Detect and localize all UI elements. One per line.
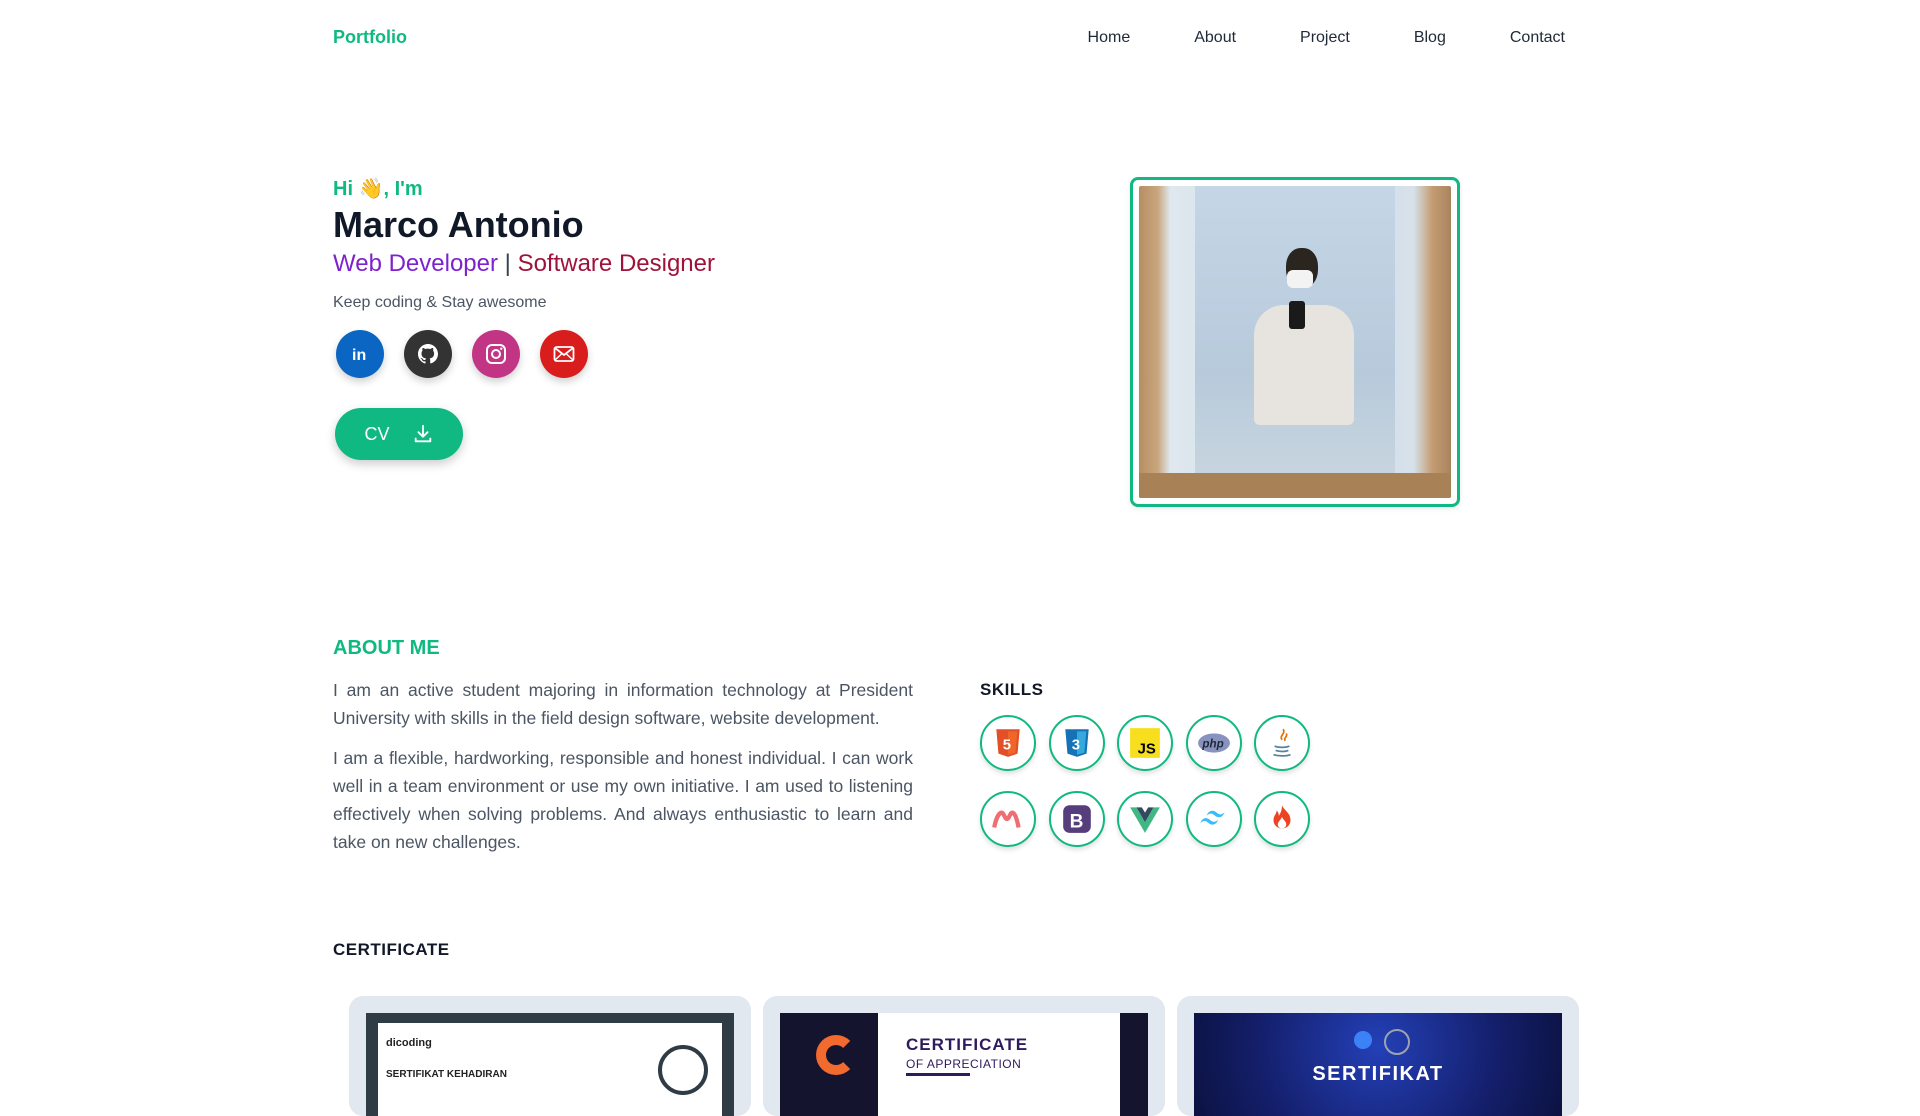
nav-contact[interactable]: Contact <box>1510 29 1565 47</box>
nav-project[interactable]: Project <box>1300 29 1350 47</box>
hero-tagline: Keep coding & Stay awesome <box>333 294 547 311</box>
css3-icon: 3 <box>1064 729 1089 757</box>
cert-heading: SERTIFIKAT <box>1312 1063 1444 1085</box>
skills-title: SKILLS <box>980 680 1044 699</box>
skill-bootstrap: B <box>1048 791 1105 847</box>
about-paragraph-1: I am an active student majoring in infor… <box>333 680 913 728</box>
skill-java <box>1254 715 1310 771</box>
instagram-icon <box>486 344 506 364</box>
html5-icon: 5 <box>996 729 1020 757</box>
skill-css3: 3 <box>1048 715 1105 771</box>
vue-icon <box>1130 807 1160 833</box>
cert-heading: CERTIFICATE <box>906 1035 1029 1054</box>
seal-icon <box>658 1045 708 1095</box>
skill-materialize <box>980 791 1036 847</box>
instagram-button[interactable] <box>472 330 520 378</box>
github-button[interactable] <box>404 330 452 378</box>
certificate-card[interactable]: SERTIFIKAT <box>1177 996 1579 1116</box>
certificate-image-dicoding: dicoding SERTIFIKAT KEHADIRAN <box>366 1013 734 1116</box>
logo-icon <box>1384 1029 1410 1055</box>
skill-javascript: JS <box>1117 715 1173 771</box>
about-paragraph-2: I am a flexible, hardworking, responsibl… <box>333 748 913 852</box>
mail-icon <box>553 346 575 362</box>
php-icon: php <box>1197 733 1230 753</box>
bootstrap-icon: B <box>1062 805 1091 833</box>
nav-home[interactable]: Home <box>1088 29 1131 47</box>
skill-php: php <box>1185 715 1242 771</box>
main-nav: Home About Project Blog Contact <box>1024 29 1565 47</box>
cv-label: CV <box>364 423 390 444</box>
svg-text:B: B <box>1069 812 1083 833</box>
certificate-list: dicoding SERTIFIKAT KEHADIRAN CERTIFICAT… <box>349 996 1579 1116</box>
cert-subheading: OF APPRECIATION <box>906 1057 1022 1071</box>
javascript-icon: JS <box>1130 728 1160 758</box>
nav-blog[interactable]: Blog <box>1414 29 1446 47</box>
role-separator: | <box>504 250 511 277</box>
about-title: ABOUT ME <box>333 637 440 659</box>
nav-about[interactable]: About <box>1194 29 1236 47</box>
linkedin-button[interactable]: in <box>336 330 384 378</box>
certificate-card[interactable]: dicoding SERTIFIKAT KEHADIRAN <box>349 996 751 1116</box>
java-icon <box>1273 728 1291 757</box>
social-links: in <box>336 330 588 378</box>
logo-icon <box>816 1035 856 1075</box>
certificate-image-sertifikat: SERTIFIKAT <box>1194 1013 1562 1116</box>
brand-logo[interactable]: Portfolio <box>333 27 407 48</box>
hero-greeting: Hi 👋, I'm <box>333 178 423 200</box>
linkedin-icon: in <box>352 347 366 364</box>
hero-roles: Web Developer | Software Designer <box>333 250 715 278</box>
role-software-designer: Software Designer <box>517 250 715 277</box>
mail-button[interactable] <box>540 330 588 378</box>
svg-text:3: 3 <box>1071 737 1079 753</box>
materialize-icon <box>992 810 1021 828</box>
about-text: I am an active student majoring in infor… <box>333 676 913 868</box>
certificate-image-appreciation: CERTIFICATE OF APPRECIATION <box>780 1013 1148 1116</box>
codeigniter-icon <box>1273 805 1291 829</box>
logo-icon <box>1354 1031 1372 1049</box>
download-icon <box>414 424 431 443</box>
cert-brand: dicoding <box>386 1037 432 1049</box>
role-web-developer: Web Developer <box>333 250 498 277</box>
skill-html5: 5 <box>980 715 1036 771</box>
skill-vue <box>1117 791 1173 847</box>
skill-tailwind <box>1185 791 1242 847</box>
profile-photo <box>1139 186 1451 498</box>
svg-text:JS: JS <box>1138 742 1156 758</box>
svg-text:php: php <box>1201 737 1223 750</box>
github-icon <box>418 344 438 364</box>
cert-heading: SERTIFIKAT KEHADIRAN <box>386 1069 507 1080</box>
svg-text:in: in <box>352 347 366 364</box>
download-cv-button[interactable]: CV <box>335 408 463 460</box>
skill-codeigniter <box>1254 791 1310 847</box>
skills-grid: 5 3 JS php B <box>980 715 1310 847</box>
certificate-card[interactable]: CERTIFICATE OF APPRECIATION <box>763 996 1165 1116</box>
tailwind-icon <box>1199 810 1225 825</box>
profile-photo-frame <box>1130 177 1460 507</box>
hero-name: Marco Antonio <box>333 204 584 245</box>
certificate-title: CERTIFICATE <box>333 940 450 959</box>
svg-text:5: 5 <box>1003 737 1011 753</box>
